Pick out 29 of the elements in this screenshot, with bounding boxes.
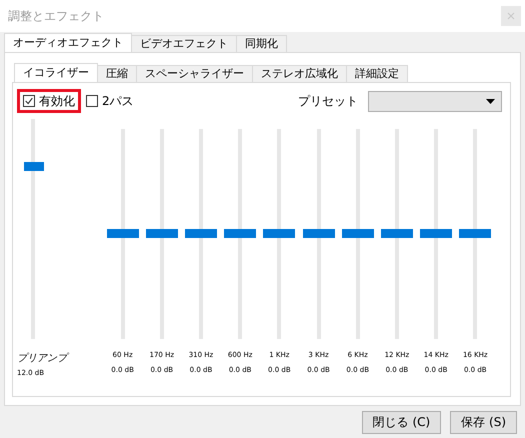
slider-thumb[interactable] (342, 229, 374, 238)
tab[interactable]: ステレオ広域化 (252, 65, 347, 82)
slider-thumb[interactable] (106, 229, 139, 238)
checkbox[interactable]: 有効化 (17, 89, 81, 113)
tab[interactable]: 同期化 (236, 35, 287, 52)
slider-thumb[interactable] (380, 229, 413, 238)
close-button[interactable] (501, 6, 521, 26)
checkbox[interactable]: 2パス (81, 89, 139, 113)
slider-thumb[interactable] (420, 229, 452, 238)
tab[interactable]: 圧縮 (97, 65, 137, 82)
tab[interactable]: オーディオエフェクト (4, 33, 132, 52)
dialog-button[interactable]: 閉じる (C) (362, 411, 442, 434)
slider-thumb[interactable] (302, 229, 335, 238)
close-icon (507, 12, 515, 20)
slider-thumb[interactable] (224, 229, 256, 238)
preset-label: プリセット (298, 92, 358, 110)
slider-thumb[interactable] (263, 229, 296, 238)
window-title: 調整とエフェクト (8, 8, 104, 24)
tab[interactable]: スペーシャライザー (136, 65, 253, 82)
slider-thumb[interactable] (184, 229, 217, 238)
slider-thumb[interactable] (459, 229, 492, 238)
preamp-label: プリアンプ (17, 351, 67, 365)
slider-thumb[interactable] (146, 229, 178, 238)
tab[interactable]: イコライザー (14, 63, 98, 82)
slider-thumb[interactable] (24, 162, 44, 172)
caret-icon (486, 98, 495, 104)
preset-dropdown[interactable] (368, 90, 502, 112)
tab[interactable]: 詳細設定 (346, 65, 408, 82)
dialog-button[interactable]: 保存 (S) (450, 411, 517, 434)
